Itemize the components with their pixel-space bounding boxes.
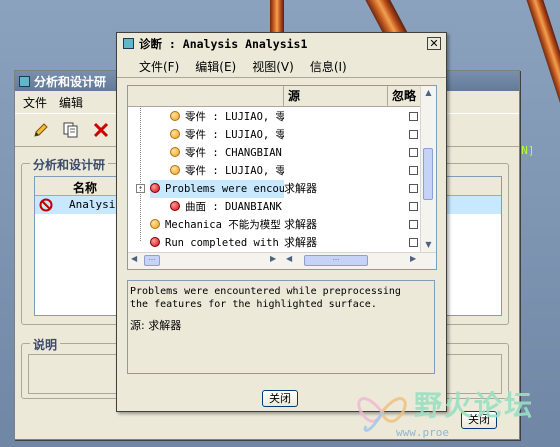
row-source	[284, 126, 388, 144]
error-dot-icon	[150, 237, 160, 247]
window-app-icon	[19, 75, 30, 87]
menu-file[interactable]: 文件(F)	[139, 58, 179, 75]
row-source: 求解器	[284, 182, 317, 195]
dialog-app-icon	[123, 38, 134, 49]
column-message[interactable]	[128, 86, 284, 106]
column-name[interactable]: 名称	[73, 179, 97, 196]
ignore-checkbox[interactable]	[409, 202, 418, 211]
analysis-row-name: Analysis	[69, 198, 122, 211]
ignore-checkbox[interactable]	[409, 166, 418, 175]
ignore-checkbox[interactable]	[409, 148, 418, 157]
scroll-down-icon[interactable]: ▼	[421, 238, 436, 252]
forum-watermark: 野火论坛 www.proe	[352, 382, 554, 442]
row-message: Mechanica 不能为模型	[165, 219, 281, 231]
row-message: Problems were encou	[165, 183, 284, 195]
column-ignore[interactable]: 忽略	[388, 86, 421, 106]
scroll-left-icon[interactable]: ◀	[286, 254, 292, 263]
list-item[interactable]: 零件 : LUJIAO, 零	[128, 108, 421, 126]
row-message: 零件 : LUJIAO, 零	[185, 111, 284, 123]
row-message: 零件 : LUJIAO, 零	[185, 129, 284, 141]
warning-dot-icon	[170, 129, 180, 139]
ignore-checkbox[interactable]	[409, 112, 418, 121]
tree-header: 源 忽略	[128, 86, 421, 107]
row-message: 零件 : LUJIAO, 零	[185, 165, 284, 177]
horizontal-scroll-thumb-left[interactable]: ···	[144, 255, 160, 266]
row-source	[284, 198, 388, 216]
row-message: 曲面 : DUANBIANK	[185, 201, 282, 213]
error-dot-icon	[170, 201, 180, 211]
row-source	[284, 144, 388, 162]
diagnostic-source: 源: 求解器	[130, 319, 182, 332]
list-item[interactable]: 零件 : CHANGBIAN	[128, 144, 421, 162]
warning-dot-icon	[170, 147, 180, 157]
menu-edit[interactable]: 编辑	[59, 94, 83, 111]
no-entry-icon	[39, 198, 53, 215]
diagnostics-title: 诊断 : Analysis Analysis1	[139, 36, 308, 51]
watermark-title: 野火论坛	[414, 389, 535, 422]
row-message: 零件 : CHANGBIAN	[185, 147, 282, 159]
warning-dot-icon	[170, 111, 180, 121]
copy-icon[interactable]	[61, 120, 81, 140]
column-source[interactable]: 源	[284, 86, 388, 106]
ignore-checkbox[interactable]	[409, 238, 418, 247]
list-item[interactable]: Run completed with 求解器	[128, 234, 421, 252]
row-source	[284, 108, 388, 126]
warning-dot-icon	[150, 219, 160, 229]
close-icon[interactable]: ✕	[427, 37, 441, 50]
horizontal-scrollbar[interactable]: ◀ ··· ▶ ◀ ··· ▶	[128, 252, 436, 269]
list-item[interactable]: - Problems were encou 求解器	[128, 180, 421, 198]
diagnostics-menubar: 文件(F) 编辑(E) 视图(V) 信息(I)	[117, 55, 446, 78]
diagnostics-dialog: 诊断 : Analysis Analysis1 ✕ 文件(F) 编辑(E) 视图…	[116, 32, 447, 412]
tree-guide-line	[140, 106, 141, 241]
diagnostics-titlebar[interactable]: 诊断 : Analysis Analysis1	[117, 33, 446, 55]
ignore-checkbox[interactable]	[409, 184, 418, 193]
description-label: 说明	[30, 336, 61, 353]
analysis-group-title: 分析和设计研	[30, 156, 109, 173]
scroll-up-icon[interactable]: ▲	[421, 86, 436, 100]
dialog-close-button[interactable]: 关闭	[262, 390, 298, 407]
list-item[interactable]: 零件 : LUJIAO, 零	[128, 162, 421, 180]
menu-edit[interactable]: 编辑(E)	[195, 58, 236, 75]
delete-icon[interactable]	[91, 120, 111, 140]
error-dot-icon	[150, 183, 160, 193]
watermark-url: www.proe	[396, 426, 449, 439]
menu-file[interactable]: 文件	[23, 94, 47, 111]
scroll-left-icon[interactable]: ◀	[131, 254, 137, 263]
diagnostics-tree: 源 忽略 零件 : LUJIAO, 零 零件 : LUJIAO, 零 零件 : …	[127, 85, 437, 270]
vertical-scrollbar[interactable]: ▲ ▼	[420, 86, 436, 252]
row-source: 求解器	[284, 236, 317, 249]
diagnostic-message: Problems were encountered while preproce…	[130, 286, 401, 310]
horizontal-scroll-thumb-right[interactable]: ···	[304, 255, 368, 266]
row-source	[284, 162, 388, 180]
scroll-right-icon[interactable]: ▶	[410, 254, 416, 263]
ignore-checkbox[interactable]	[409, 130, 418, 139]
list-item[interactable]: Mechanica 不能为模型 求解器	[128, 216, 421, 234]
row-message: Run completed with	[165, 237, 279, 249]
ignore-checkbox[interactable]	[409, 220, 418, 229]
vertical-scroll-thumb[interactable]	[423, 148, 433, 200]
analysis-window-title: 分析和设计研	[34, 74, 107, 89]
menu-view[interactable]: 视图(V)	[252, 58, 294, 75]
scroll-right-icon[interactable]: ▶	[270, 254, 276, 263]
warning-dot-icon	[170, 165, 180, 175]
list-item[interactable]: 曲面 : DUANBIANK	[128, 198, 421, 216]
row-source: 求解器	[284, 218, 317, 231]
diagnostic-message-panel: Problems were encountered while preproce…	[127, 280, 435, 374]
pencil-icon[interactable]	[31, 120, 51, 140]
menu-info[interactable]: 信息(I)	[310, 58, 347, 75]
list-item[interactable]: 零件 : LUJIAO, 零	[128, 126, 421, 144]
